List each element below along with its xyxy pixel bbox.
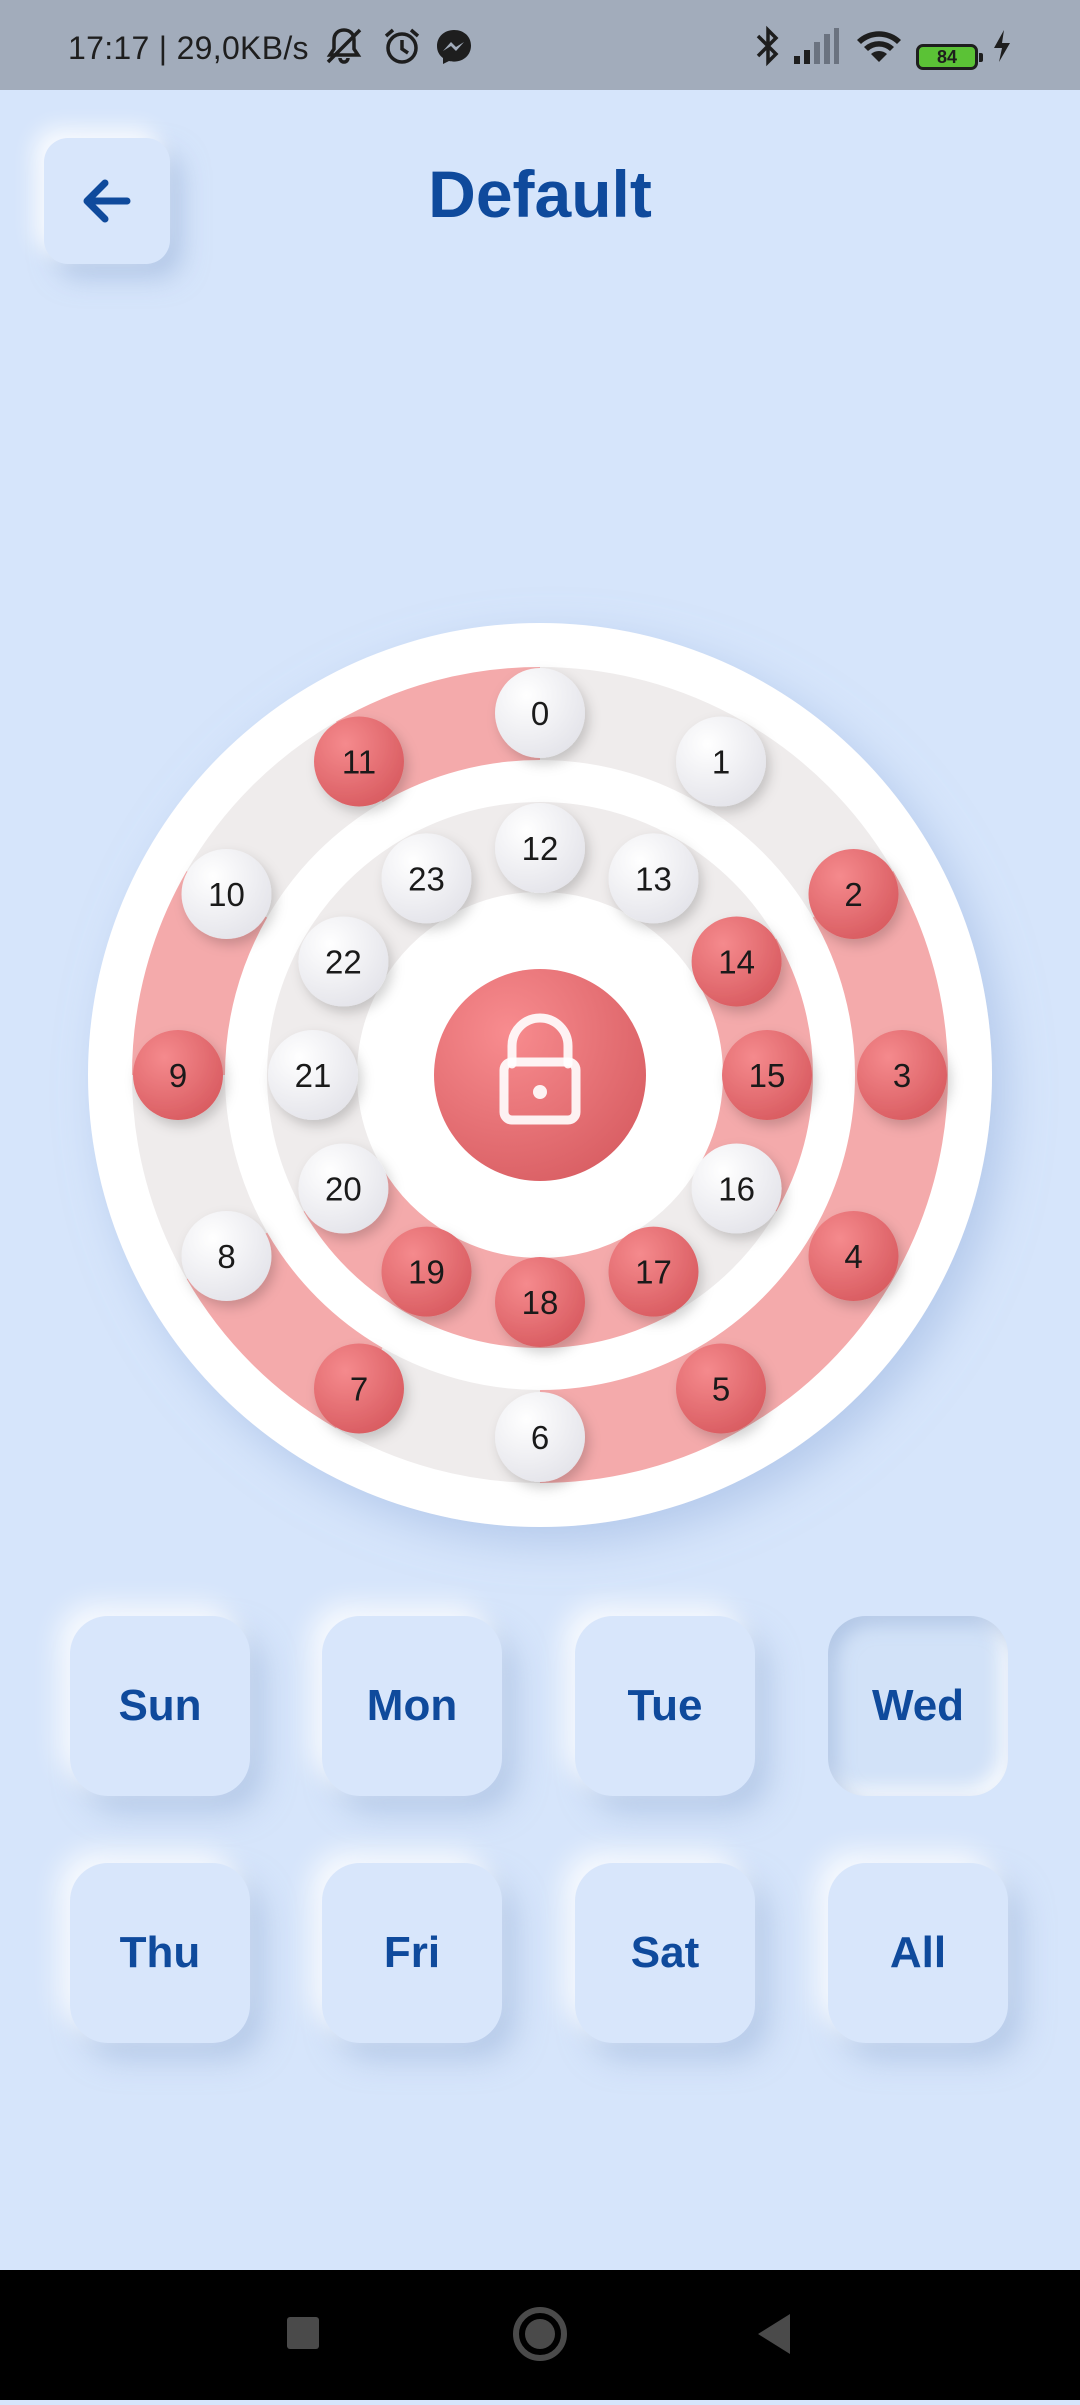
hour-knob-7[interactable]: 7 — [314, 1343, 404, 1434]
hour-label: 17 — [635, 1254, 672, 1291]
hour-dial: 01234567891011121314151617181920212223 — [88, 623, 992, 1527]
navigation-bar — [0, 2270, 1080, 2400]
day-button-fri[interactable]: Fri — [322, 1863, 502, 2043]
hour-knob-20[interactable]: 20 — [298, 1143, 389, 1234]
day-button-all[interactable]: All — [828, 1863, 1008, 2043]
hour-label: 2 — [844, 876, 862, 913]
hour-knob-10[interactable]: 10 — [181, 849, 272, 939]
hour-knob-11[interactable]: 11 — [314, 716, 404, 807]
hour-knob-6[interactable]: 6 — [495, 1392, 585, 1482]
lock-button[interactable] — [434, 969, 646, 1181]
hour-label: 21 — [295, 1057, 332, 1094]
day-button-wed[interactable]: Wed — [828, 1616, 1008, 1796]
hour-label: 1 — [712, 743, 730, 780]
home-circle-icon[interactable] — [513, 2307, 567, 2361]
hour-label: 10 — [208, 876, 245, 913]
hour-label: 19 — [408, 1254, 445, 1291]
hour-knob-17[interactable]: 17 — [608, 1226, 699, 1317]
hour-label: 9 — [169, 1057, 187, 1094]
hour-label: 13 — [635, 860, 672, 897]
hour-knob-21[interactable]: 21 — [268, 1030, 358, 1120]
hour-label: 4 — [844, 1238, 862, 1275]
hour-label: 8 — [217, 1238, 235, 1275]
hour-knob-1[interactable]: 1 — [676, 716, 766, 807]
hour-knob-9[interactable]: 9 — [133, 1030, 223, 1120]
hour-knob-14[interactable]: 14 — [691, 916, 782, 1007]
lock-button-circle[interactable] — [434, 969, 646, 1181]
hour-label: 20 — [325, 1171, 362, 1208]
hour-knob-15[interactable]: 15 — [722, 1030, 812, 1120]
hour-label: 14 — [718, 944, 755, 981]
recents-square-icon[interactable] — [287, 2317, 319, 2349]
hour-label: 5 — [712, 1371, 730, 1408]
hour-knob-16[interactable]: 16 — [691, 1143, 782, 1234]
day-button-sun[interactable]: Sun — [70, 1616, 250, 1796]
hour-knob-18[interactable]: 18 — [495, 1257, 585, 1347]
hour-knob-8[interactable]: 8 — [181, 1211, 272, 1301]
hour-knob-3[interactable]: 3 — [857, 1030, 947, 1120]
hour-knob-19[interactable]: 19 — [381, 1226, 472, 1317]
day-button-mon[interactable]: Mon — [322, 1616, 502, 1796]
hour-knob-5[interactable]: 5 — [676, 1343, 766, 1434]
hour-label: 22 — [325, 944, 362, 981]
hour-label: 6 — [531, 1419, 549, 1456]
hour-label: 15 — [749, 1057, 786, 1094]
hour-label: 0 — [531, 695, 549, 732]
back-triangle-icon[interactable] — [758, 2314, 790, 2354]
hour-label: 18 — [522, 1284, 559, 1321]
day-button-sat[interactable]: Sat — [575, 1863, 755, 2043]
hour-label: 23 — [408, 860, 445, 897]
hour-label: 11 — [342, 743, 376, 780]
hour-knob-0[interactable]: 0 — [495, 668, 585, 758]
hour-label: 7 — [350, 1371, 368, 1408]
day-button-thu[interactable]: Thu — [70, 1863, 250, 2043]
hour-label: 12 — [522, 830, 559, 867]
day-button-tue[interactable]: Tue — [575, 1616, 755, 1796]
hour-label: 16 — [718, 1171, 755, 1208]
hour-knob-22[interactable]: 22 — [298, 916, 389, 1007]
hour-knob-12[interactable]: 12 — [495, 803, 585, 893]
hour-knob-2[interactable]: 2 — [808, 849, 899, 939]
hour-label: 3 — [893, 1057, 911, 1094]
hour-knob-4[interactable]: 4 — [808, 1211, 899, 1301]
hour-knob-13[interactable]: 13 — [608, 833, 699, 924]
hour-knob-23[interactable]: 23 — [381, 833, 472, 924]
